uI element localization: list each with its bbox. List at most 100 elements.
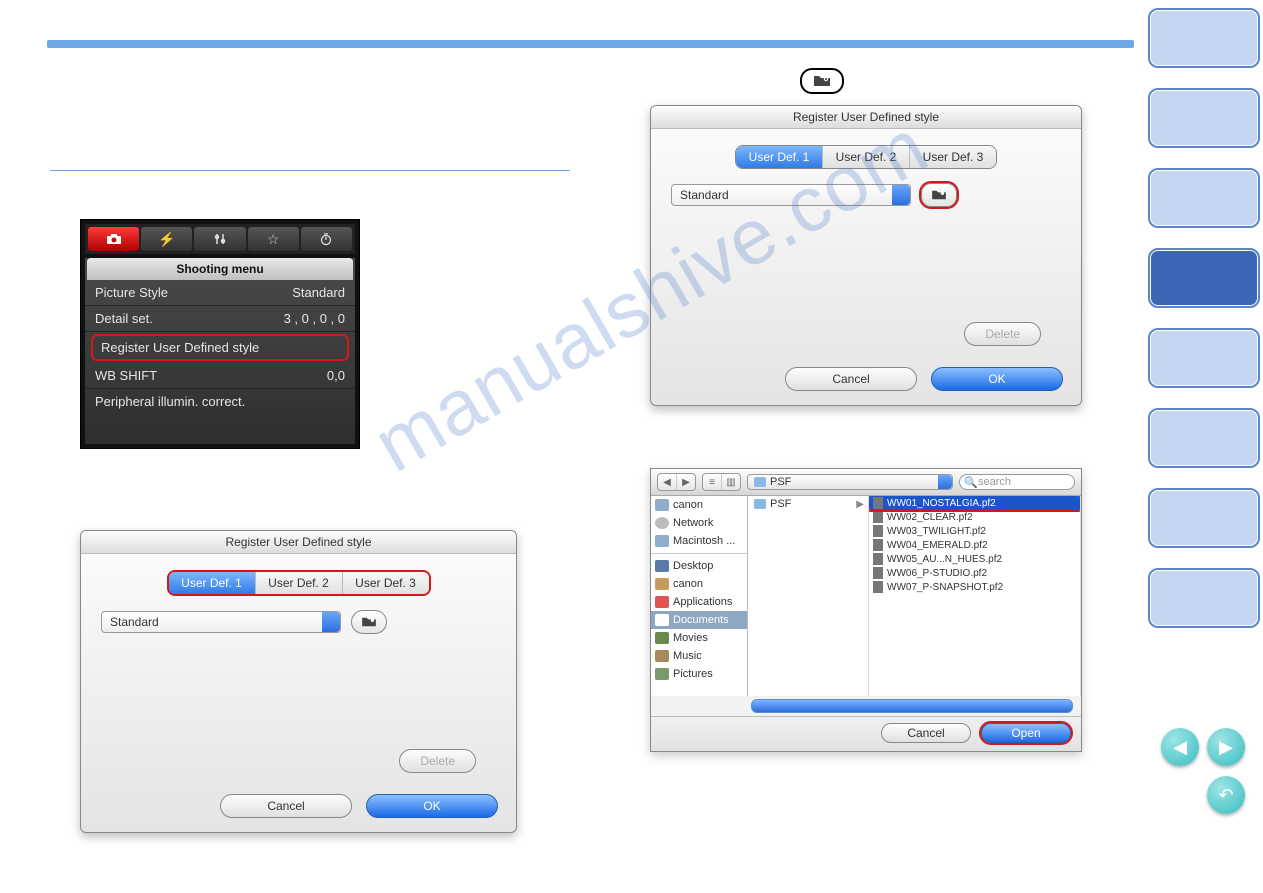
return-button[interactable]: ↶: [1207, 776, 1245, 814]
menu-row-peripheral[interactable]: Peripheral illumin. correct.: [85, 389, 355, 414]
style-dropdown[interactable]: Standard ▲▼: [671, 184, 911, 206]
network-icon: [655, 517, 669, 529]
file-icon: [873, 525, 883, 537]
menu-label: Register User Defined style: [101, 340, 259, 355]
tab-user-def-3[interactable]: User Def. 3: [343, 572, 429, 594]
page-nav: ◀ ▶: [1161, 728, 1245, 766]
prev-page-button[interactable]: ◀: [1161, 728, 1199, 766]
timer-icon[interactable]: [301, 227, 352, 251]
sidebar-item-movies[interactable]: Movies: [651, 629, 747, 647]
file-item[interactable]: WW04_EMERALD.pf2: [869, 538, 1080, 552]
menu-row-register-style[interactable]: Register User Defined style: [91, 334, 349, 361]
chapter-tab-6[interactable]: [1148, 408, 1260, 468]
dialog-title: Register User Defined style: [81, 531, 516, 554]
file-item[interactable]: WW02_CLEAR.pf2: [869, 510, 1080, 524]
chapter-tab-2[interactable]: [1148, 88, 1260, 148]
style-dropdown[interactable]: Standard ▲▼: [101, 611, 341, 633]
delete-button[interactable]: Delete: [399, 749, 476, 773]
camera-icon[interactable]: [88, 227, 139, 251]
tab-user-def-2[interactable]: User Def. 2: [256, 572, 343, 594]
file-item[interactable]: WW03_TWILIGHT.pf2: [869, 524, 1080, 538]
file-item[interactable]: WW06_P-STUDIO.pf2: [869, 566, 1080, 580]
file-item[interactable]: WW05_AU...N_HUES.pf2: [869, 552, 1080, 566]
cancel-button[interactable]: Cancel: [881, 723, 971, 743]
folder-item-psf[interactable]: PSF ▶: [748, 496, 868, 512]
sidebar-item-canon[interactable]: canon: [651, 496, 747, 514]
star-icon[interactable]: ☆: [248, 227, 299, 251]
folder-icon: [754, 499, 766, 509]
column-view-icon[interactable]: ▥: [722, 474, 740, 490]
load-file-button[interactable]: [921, 183, 957, 207]
drive-icon: [655, 499, 669, 511]
list-view-icon[interactable]: ≡: [703, 474, 722, 490]
menu-row-wb-shift[interactable]: WB SHIFT 0,0: [85, 363, 355, 389]
load-file-button[interactable]: [351, 610, 387, 634]
menu-row-detail-set[interactable]: Detail set. 3 , 0 , 0 , 0: [85, 306, 355, 332]
file-icon: [873, 553, 883, 565]
header-bar: [47, 40, 1134, 48]
folder-button-callout: [800, 68, 844, 94]
tab-user-def-3[interactable]: User Def. 3: [910, 146, 996, 168]
music-icon: [655, 650, 669, 662]
path-label: PSF: [770, 476, 791, 488]
sidebar-item-home[interactable]: canon: [651, 575, 747, 593]
menu-value: 3 , 0 , 0 , 0: [284, 311, 345, 326]
chapter-tab-5[interactable]: [1148, 328, 1260, 388]
register-dialog-left: Register User Defined style User Def. 1 …: [80, 530, 517, 833]
sidebar-item-desktop[interactable]: Desktop: [651, 557, 747, 575]
column-1: PSF ▶: [748, 496, 869, 696]
sidebar-item-documents[interactable]: Documents: [651, 611, 747, 629]
tab-user-def-1[interactable]: User Def. 1: [169, 572, 256, 594]
sidebar-item-pictures[interactable]: Pictures: [651, 665, 747, 683]
open-button[interactable]: Open: [981, 723, 1071, 743]
cancel-button[interactable]: Cancel: [785, 367, 917, 391]
camera-shooting-menu: ⚡ ☆ Shooting menu Picture Style Standard…: [80, 219, 360, 449]
updown-icon: ▲▼: [897, 187, 906, 203]
sidebar: canon Network Macintosh ... Desktop cano…: [651, 496, 748, 696]
sliders-icon[interactable]: [194, 227, 245, 251]
file-icon: [873, 539, 883, 551]
chapter-tab-3[interactable]: [1148, 168, 1260, 228]
menu-row-picture-style[interactable]: Picture Style Standard: [85, 280, 355, 306]
sidebar-item-macintosh[interactable]: Macintosh ...: [651, 532, 747, 550]
search-placeholder: search: [978, 476, 1011, 488]
sidebar-item-applications[interactable]: Applications: [651, 593, 747, 611]
file-item[interactable]: WW07_P-SNAPSHOT.pf2: [869, 580, 1080, 594]
chapter-tabs: [1148, 8, 1258, 648]
ok-button[interactable]: OK: [366, 794, 498, 818]
path-popup[interactable]: PSF: [747, 474, 953, 490]
chapter-tab-7[interactable]: [1148, 488, 1260, 548]
shooting-menu-tabs: ⚡ ☆: [85, 224, 355, 254]
file-icon: [873, 511, 883, 523]
file-icon: [873, 581, 883, 593]
tab-user-def-2[interactable]: User Def. 2: [823, 146, 910, 168]
menu-label: Detail set.: [95, 311, 153, 326]
menu-label: Picture Style: [95, 285, 168, 300]
delete-button[interactable]: Delete: [964, 322, 1041, 346]
sidebar-item-music[interactable]: Music: [651, 647, 747, 665]
tab-user-def-1[interactable]: User Def. 1: [736, 146, 823, 168]
file-toolbar: ◀ ▶ ≡ ▥ PSF 🔍 search: [651, 469, 1081, 496]
ok-button[interactable]: OK: [931, 367, 1063, 391]
back-button[interactable]: ◀: [658, 474, 677, 490]
menu-label: Peripheral illumin. correct.: [95, 394, 245, 409]
file-item[interactable]: WW01_NOSTALGIA.pf2: [869, 496, 1080, 510]
cancel-button[interactable]: Cancel: [220, 794, 352, 818]
file-icon: [873, 567, 883, 579]
forward-button[interactable]: ▶: [677, 474, 695, 490]
chapter-tab-4[interactable]: [1148, 248, 1260, 308]
horizontal-scrollbar[interactable]: [751, 699, 1073, 713]
dialog-title: Register User Defined style: [651, 106, 1081, 129]
chapter-tab-8[interactable]: [1148, 568, 1260, 628]
next-page-button[interactable]: ▶: [1207, 728, 1245, 766]
register-dialog-right: Register User Defined style User Def. 1 …: [650, 105, 1082, 406]
updown-icon: ▲▼: [327, 614, 336, 630]
chapter-tab-1[interactable]: [1148, 8, 1260, 68]
column-files: WW01_NOSTALGIA.pf2 WW02_CLEAR.pf2 WW03_T…: [869, 496, 1081, 696]
section-underline: [50, 170, 570, 171]
flash-icon[interactable]: ⚡: [141, 227, 192, 251]
drive-icon: [655, 535, 669, 547]
menu-value: 0,0: [327, 368, 345, 383]
search-field[interactable]: 🔍 search: [959, 474, 1075, 490]
sidebar-item-network[interactable]: Network: [651, 514, 747, 532]
